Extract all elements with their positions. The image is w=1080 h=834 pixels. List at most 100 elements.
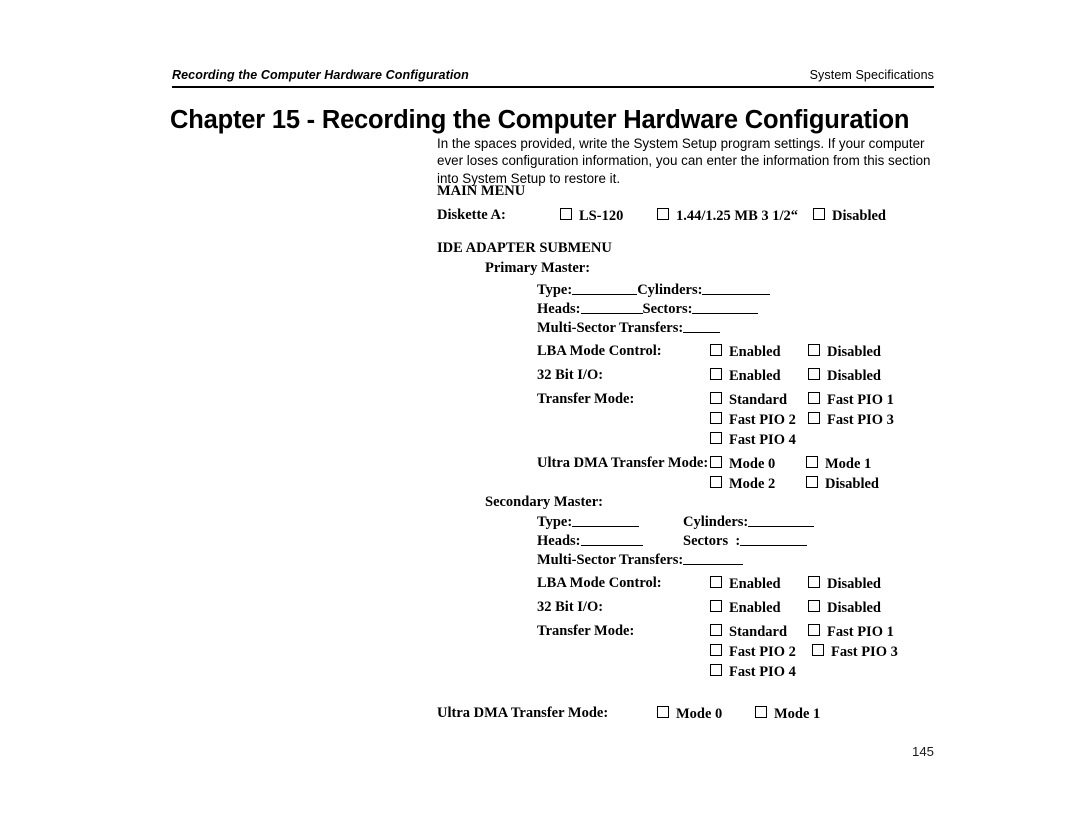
secondary-master-udma-label: Ultra DMA Transfer Mode: xyxy=(437,705,609,721)
checkbox-icon[interactable] xyxy=(806,456,818,468)
ide-adapter-heading: IDE ADAPTER SUBMENU xyxy=(437,240,612,256)
primary-master-transfer-fastpio3[interactable]: Fast PIO 3 xyxy=(808,412,894,428)
option-label: Mode 2 xyxy=(729,476,776,492)
option-label: Mode 0 xyxy=(729,456,776,472)
secondary-master-transfer-fastpio4[interactable]: Fast PIO 4 xyxy=(710,664,796,680)
option-label: Mode 0 xyxy=(676,706,723,722)
primary-master-udma-mode2[interactable]: Mode 2 xyxy=(710,476,775,492)
checkbox-icon[interactable] xyxy=(710,392,722,404)
checkbox-icon[interactable] xyxy=(755,706,767,718)
secondary-master-lba-enabled[interactable]: Enabled xyxy=(710,576,781,592)
primary-master-heads-field[interactable] xyxy=(580,301,643,314)
secondary-master-cylinders-row: Cylinders: xyxy=(683,514,815,530)
primary-master-heading: Primary Master: xyxy=(485,260,591,276)
secondary-master-cylinders-label: Cylinders: xyxy=(683,514,749,530)
option-label: 1.44/1.25 MB 3 1/2“ xyxy=(676,208,799,224)
primary-master-multisector-field[interactable] xyxy=(683,320,721,333)
secondary-master-sectors-field[interactable] xyxy=(740,533,808,546)
secondary-master-udma-mode0[interactable]: Mode 0 xyxy=(657,706,722,722)
secondary-master-32bit-enabled[interactable]: Enabled xyxy=(710,600,781,616)
checkbox-icon[interactable] xyxy=(710,344,722,356)
primary-master-cylinders-field[interactable] xyxy=(702,282,771,295)
secondary-master-transfer-standard[interactable]: Standard xyxy=(710,624,787,640)
secondary-master-transfer-fastpio1[interactable]: Fast PIO 1 xyxy=(808,624,894,640)
checkbox-icon[interactable] xyxy=(710,576,722,588)
secondary-master-udma-mode1[interactable]: Mode 1 xyxy=(755,706,820,722)
primary-master-transfer-fastpio1[interactable]: Fast PIO 1 xyxy=(808,392,894,408)
checkbox-icon[interactable] xyxy=(710,368,722,380)
checkbox-icon[interactable] xyxy=(808,624,820,636)
checkbox-icon[interactable] xyxy=(808,392,820,404)
secondary-master-transfer-fastpio3[interactable]: Fast PIO 3 xyxy=(812,644,898,660)
secondary-master-multisector-label: Multi-Sector Transfers: xyxy=(537,552,684,568)
checkbox-icon[interactable] xyxy=(710,412,722,424)
checkbox-icon[interactable] xyxy=(710,624,722,636)
checkbox-icon[interactable] xyxy=(808,576,820,588)
option-label: Standard xyxy=(729,624,788,640)
primary-master-lba-enabled[interactable]: Enabled xyxy=(710,344,781,360)
option-label: Mode 1 xyxy=(774,706,821,722)
checkbox-icon[interactable] xyxy=(806,476,818,488)
primary-master-type-field[interactable] xyxy=(572,282,638,295)
secondary-master-heads-field[interactable] xyxy=(580,533,643,546)
option-label: Disabled xyxy=(827,344,881,360)
checkbox-icon[interactable] xyxy=(560,208,572,220)
secondary-master-sectors-row: Sectors : xyxy=(683,533,808,549)
checkbox-icon[interactable] xyxy=(813,208,825,220)
checkbox-icon[interactable] xyxy=(710,600,722,612)
primary-master-32bit-disabled[interactable]: Disabled xyxy=(808,368,881,384)
secondary-master-sectors-label: Sectors : xyxy=(683,533,741,549)
secondary-master-multisector-field[interactable] xyxy=(683,552,744,565)
secondary-master-lba-disabled[interactable]: Disabled xyxy=(808,576,881,592)
checkbox-icon[interactable] xyxy=(808,412,820,424)
secondary-master-type-field[interactable] xyxy=(572,514,640,527)
diskette-a-option-ls120[interactable]: LS-120 xyxy=(560,208,623,224)
document-page: Recording the Computer Hardware Configur… xyxy=(0,0,1080,834)
checkbox-icon[interactable] xyxy=(812,644,824,656)
main-menu-heading: MAIN MENU xyxy=(437,183,526,199)
primary-master-cylinders-label: Cylinders: xyxy=(637,282,703,298)
option-label: LS-120 xyxy=(579,208,624,224)
primary-master-lba-label: LBA Mode Control: xyxy=(537,343,662,359)
diskette-a-option-disabled[interactable]: Disabled xyxy=(813,208,886,224)
checkbox-icon[interactable] xyxy=(808,600,820,612)
primary-master-32bit-label: 32 Bit I/O: xyxy=(537,367,604,383)
settings-worksheet: MAIN MENU Diskette A: LS-120 1.44/1.25 M… xyxy=(0,0,1080,834)
option-label: Mode 1 xyxy=(825,456,872,472)
page-number: 145 xyxy=(911,744,934,759)
checkbox-icon[interactable] xyxy=(710,664,722,676)
checkbox-icon[interactable] xyxy=(710,476,722,488)
primary-master-32bit-enabled[interactable]: Enabled xyxy=(710,368,781,384)
option-label: Fast PIO 4 xyxy=(729,432,796,448)
option-label: Fast PIO 1 xyxy=(827,624,894,640)
checkbox-icon[interactable] xyxy=(808,368,820,380)
primary-master-lba-disabled[interactable]: Disabled xyxy=(808,344,881,360)
primary-master-transfer-standard[interactable]: Standard xyxy=(710,392,787,408)
diskette-a-label: Diskette A: xyxy=(437,207,506,223)
checkbox-icon[interactable] xyxy=(710,432,722,444)
checkbox-icon[interactable] xyxy=(710,456,722,468)
secondary-master-32bit-disabled[interactable]: Disabled xyxy=(808,600,881,616)
primary-master-transfer-fastpio2[interactable]: Fast PIO 2 xyxy=(710,412,796,428)
primary-master-udma-mode0[interactable]: Mode 0 xyxy=(710,456,775,472)
primary-master-type-row: Type: Cylinders: xyxy=(537,282,771,298)
checkbox-icon[interactable] xyxy=(657,706,669,718)
option-label: Fast PIO 1 xyxy=(827,392,894,408)
primary-master-transfer-fastpio4[interactable]: Fast PIO 4 xyxy=(710,432,796,448)
primary-master-transfer-label: Transfer Mode: xyxy=(537,391,635,407)
primary-master-udma-disabled[interactable]: Disabled xyxy=(806,476,879,492)
option-label: Enabled xyxy=(729,600,781,616)
secondary-master-cylinders-field[interactable] xyxy=(748,514,815,527)
option-label: Fast PIO 3 xyxy=(831,644,898,660)
diskette-a-option-144[interactable]: 1.44/1.25 MB 3 1/2“ xyxy=(657,208,798,224)
checkbox-icon[interactable] xyxy=(710,644,722,656)
primary-master-type-label: Type: xyxy=(537,282,573,298)
primary-master-udma-mode1[interactable]: Mode 1 xyxy=(806,456,871,472)
checkbox-icon[interactable] xyxy=(657,208,669,220)
primary-master-sectors-field[interactable] xyxy=(692,301,759,314)
checkbox-icon[interactable] xyxy=(808,344,820,356)
option-label: Enabled xyxy=(729,576,781,592)
secondary-master-transfer-fastpio2[interactable]: Fast PIO 2 xyxy=(710,644,796,660)
option-label: Standard xyxy=(729,392,788,408)
option-label: Disabled xyxy=(825,476,879,492)
